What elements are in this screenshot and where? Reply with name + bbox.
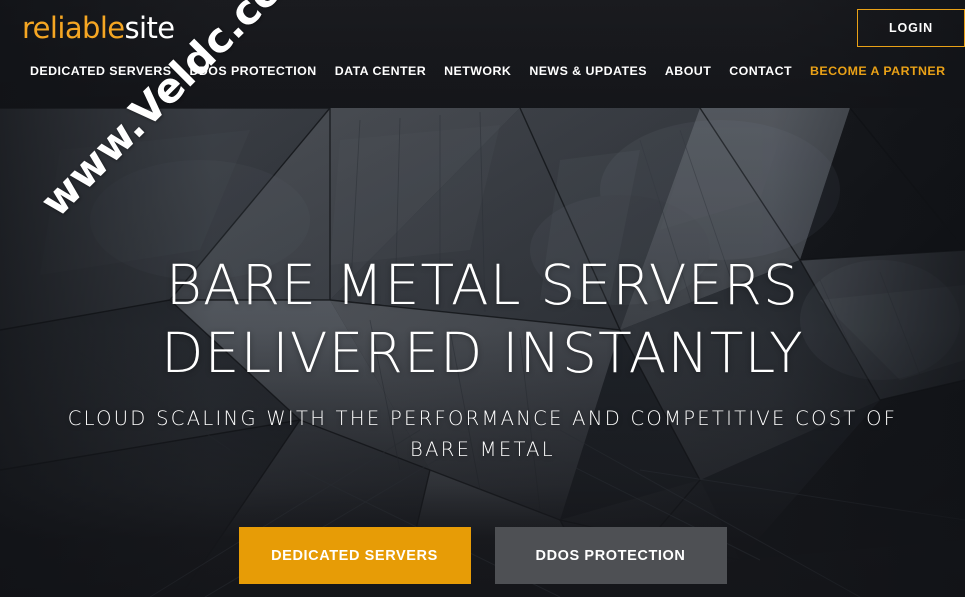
main-navigation: DEDICATED SERVERS DDOS PROTECTION DATA C…: [30, 64, 946, 78]
nav-item-contact[interactable]: CONTACT: [729, 64, 792, 78]
site-logo[interactable]: reliablesite: [22, 14, 175, 43]
ddos-protection-button[interactable]: DDOS PROTECTION: [494, 527, 727, 584]
nav-item-become-a-partner[interactable]: BECOME A PARTNER: [810, 64, 945, 78]
hero-headline-line-2: DELIVERED INSTANTLY: [161, 321, 804, 385]
hero-subtitle: CLOUD SCALING WITH THE PERFORMANCE AND C…: [67, 407, 898, 461]
logo-text-secondary: site: [124, 11, 176, 45]
nav-item-network[interactable]: NETWORK: [444, 64, 511, 78]
nav-item-dedicated-servers[interactable]: DEDICATED SERVERS: [30, 64, 171, 78]
hero-headline: BARE METAL SERVERS DELIVERED INSTANTLY: [0, 251, 965, 387]
logo-text-primary: reliable: [22, 11, 125, 45]
nav-item-news-updates[interactable]: NEWS & UPDATES: [529, 64, 647, 78]
page-root: www.Veldc.com reliablesite LOGIN DEDICAT…: [0, 0, 965, 597]
nav-item-ddos-protection[interactable]: DDOS PROTECTION: [189, 64, 316, 78]
nav-item-data-center[interactable]: DATA CENTER: [335, 64, 426, 78]
hero-cta-row: DEDICATED SERVERS DDOS PROTECTION: [0, 527, 965, 584]
site-header: reliablesite LOGIN DEDICATED SERVERS DDO…: [0, 0, 965, 97]
dedicated-servers-button[interactable]: DEDICATED SERVERS: [238, 527, 471, 584]
nav-item-about[interactable]: ABOUT: [665, 64, 711, 78]
hero-headline-line-1: BARE METAL SERVERS: [165, 253, 800, 317]
login-button[interactable]: LOGIN: [857, 9, 965, 47]
